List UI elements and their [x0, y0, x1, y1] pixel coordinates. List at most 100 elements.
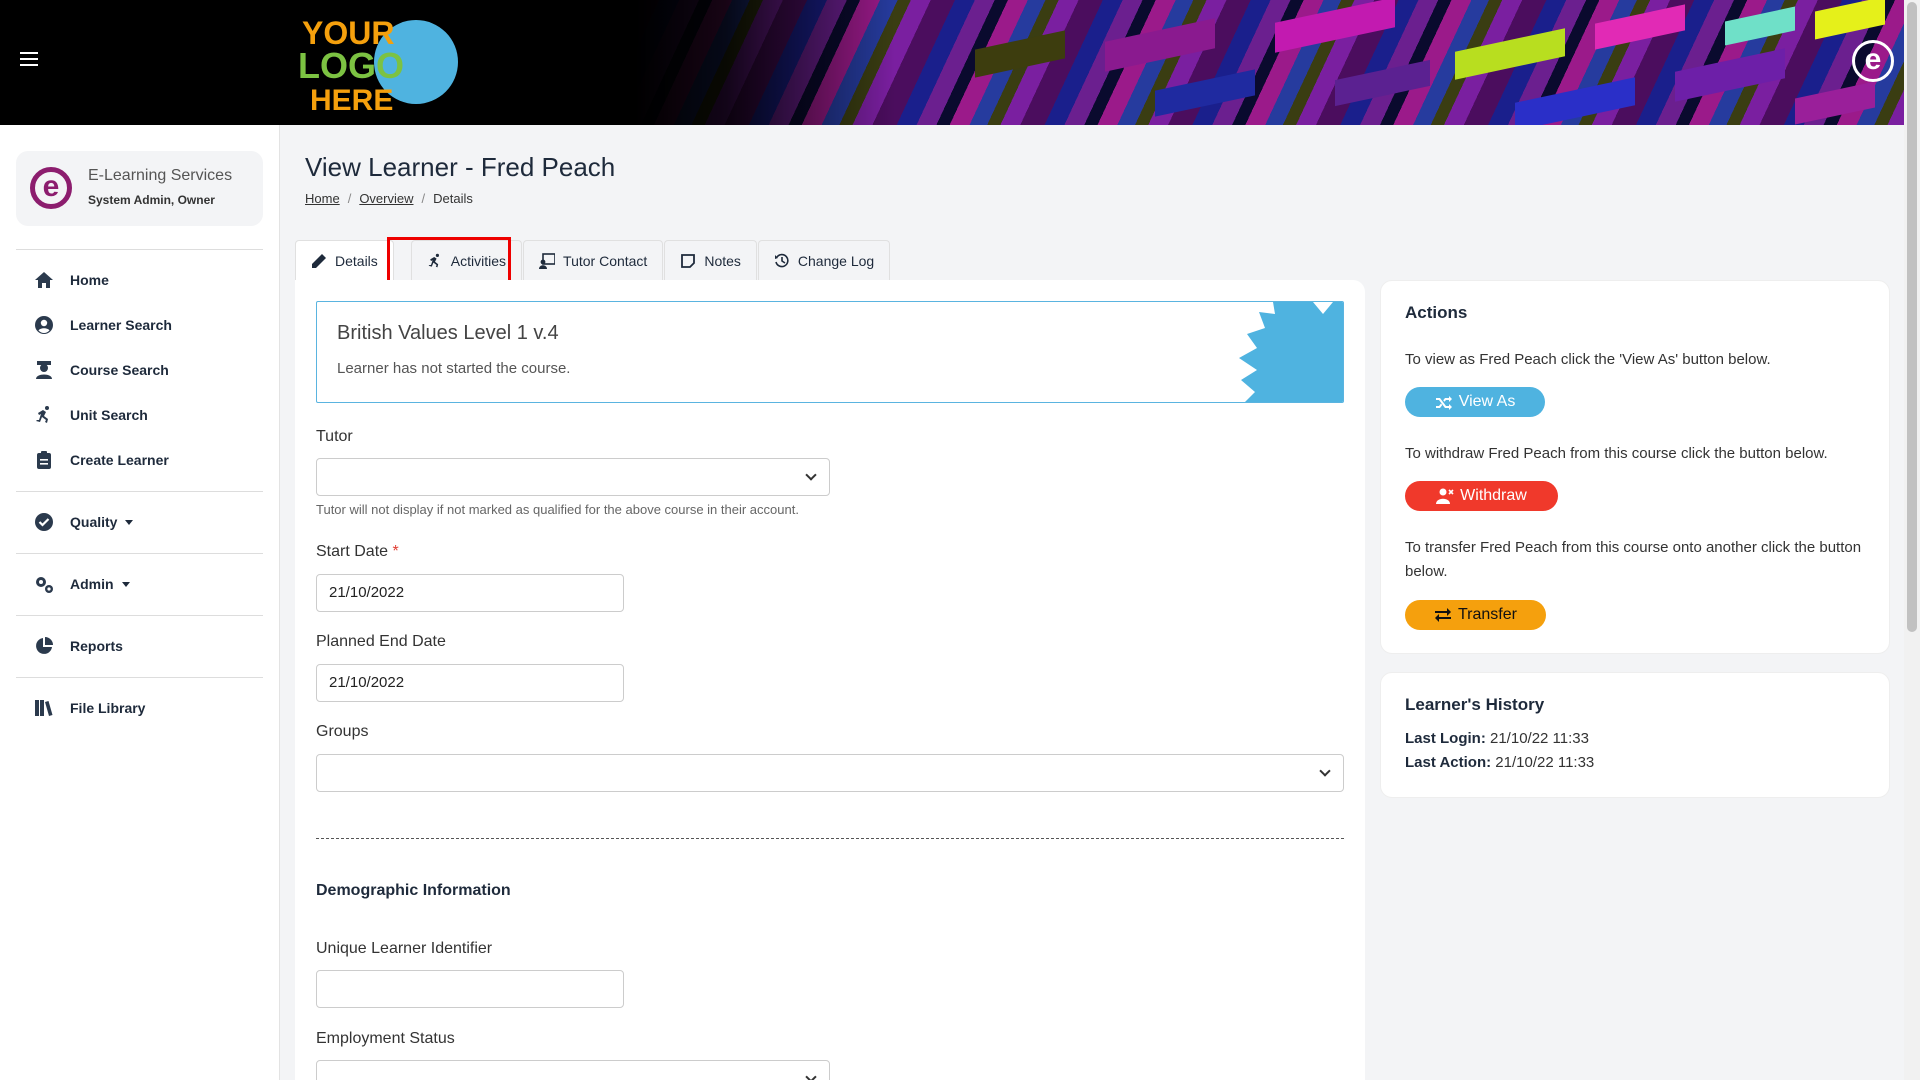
home-icon — [35, 272, 53, 288]
uli-field[interactable] — [316, 970, 624, 1008]
books-icon — [35, 700, 53, 716]
gears-icon — [36, 577, 53, 593]
divider — [16, 677, 263, 678]
sidebar-item-label: Quality — [70, 514, 118, 530]
groups-label: Groups — [316, 723, 369, 740]
breadcrumb-current: Details — [433, 191, 473, 206]
uli-label: Unique Learner Identifier — [316, 940, 493, 957]
chevron-down-icon — [805, 469, 817, 481]
start-date-field[interactable]: 21/10/2022 — [316, 574, 624, 612]
history-icon — [774, 253, 789, 267]
scrollbar-thumb[interactable] — [1907, 2, 1917, 632]
planned-end-date-field[interactable]: 21/10/2022 — [316, 664, 624, 702]
tutor-help-text: Tutor will not display if not marked as … — [316, 502, 799, 517]
tab-bar: Details Activities Tutor Contact Notes C… — [295, 240, 891, 280]
details-panel: British Values Level 1 v.4 Learner has n… — [295, 280, 1365, 1080]
breadcrumb-home-link[interactable]: Home — [305, 191, 340, 206]
groups-select[interactable] — [316, 754, 1344, 792]
last-action: Last Action: 21/10/22 11:33 — [1405, 754, 1595, 771]
history-heading: Learner's History — [1405, 695, 1545, 714]
sidebar-item-quality[interactable]: Quality — [34, 510, 134, 534]
divider — [16, 553, 263, 554]
view-as-label: View As — [1458, 393, 1516, 410]
demographic-heading: Demographic Information — [316, 882, 511, 899]
employment-status-select[interactable] — [316, 1060, 830, 1080]
sidebar-item-unit-search[interactable]: Unit Search — [34, 403, 148, 427]
divider — [16, 615, 263, 616]
caret-down-icon — [125, 519, 134, 525]
sidebar-item-learner-search[interactable]: Learner Search — [34, 313, 172, 337]
chalkboard-icon — [539, 252, 556, 269]
tutor-label: Tutor — [316, 428, 353, 445]
view-as-text: To view as Fred Peach click the 'View As… — [1405, 351, 1771, 368]
divider — [16, 249, 263, 250]
header-banner-image — [635, 0, 1904, 125]
check-circle-icon — [35, 513, 53, 531]
actions-card: Actions To view as Fred Peach click the … — [1380, 280, 1890, 654]
sidebar-item-label: Admin — [70, 576, 114, 592]
sidebar-item-label: Course Search — [70, 362, 169, 378]
course-info-box: British Values Level 1 v.4 Learner has n… — [316, 301, 1344, 403]
sidebar-item-home[interactable]: Home — [34, 268, 109, 292]
divider — [16, 491, 263, 492]
exchange-icon — [1435, 608, 1451, 622]
sidebar: e E-Learning Services System Admin, Owne… — [0, 125, 280, 1080]
avatar: e — [30, 167, 72, 209]
sidebar-item-course-search[interactable]: Course Search — [34, 358, 169, 382]
tab-activities[interactable]: Activities — [410, 240, 523, 280]
planned-end-date-label: Planned End Date — [316, 633, 446, 650]
sidebar-item-file-library[interactable]: File Library — [34, 696, 145, 720]
org-name: E-Learning Services — [88, 167, 233, 184]
top-header: YOUR LOGO HERE e — [0, 0, 1904, 125]
sidebar-item-create-learner[interactable]: Create Learner — [34, 448, 169, 472]
chevron-down-icon — [805, 1071, 817, 1080]
svg-text:LOGO: LOGO — [298, 45, 404, 86]
transfer-label: Transfer — [1458, 606, 1517, 623]
running-icon — [428, 253, 439, 267]
sidebar-item-label: Learner Search — [70, 317, 172, 333]
sidebar-item-label: Reports — [70, 638, 123, 654]
section-divider — [316, 838, 1344, 839]
pie-chart-icon — [36, 637, 53, 654]
view-as-button[interactable]: View As — [1405, 387, 1545, 417]
tutor-select[interactable] — [316, 458, 830, 496]
tab-change-log[interactable]: Change Log — [757, 240, 891, 280]
sidebar-item-admin[interactable]: Admin — [34, 572, 130, 596]
user-role: System Admin, Owner — [88, 193, 215, 207]
tab-details[interactable]: Details — [295, 240, 394, 280]
sidebar-item-label: Create Learner — [70, 452, 169, 468]
page-title: View Learner - Fred Peach — [305, 152, 616, 182]
sidebar-item-label: Unit Search — [70, 407, 148, 423]
running-icon — [36, 406, 49, 423]
breadcrumb-overview-link[interactable]: Overview — [359, 191, 413, 206]
user-circle-icon — [35, 316, 53, 334]
brand-e-icon[interactable]: e — [1852, 40, 1894, 82]
rosette-badge-icon — [1239, 302, 1343, 402]
start-date-label: Start Date * — [316, 543, 399, 560]
graduate-icon — [36, 361, 52, 379]
shuffle-icon — [1435, 396, 1452, 410]
transfer-text: To transfer Fred Peach from this course … — [1405, 539, 1862, 580]
sidebar-item-reports[interactable]: Reports — [34, 634, 123, 658]
breadcrumb: Home / Overview / Details — [305, 191, 473, 206]
tab-label: Notes — [704, 252, 741, 269]
last-login: Last Login: 21/10/22 11:33 — [1405, 730, 1589, 747]
tab-label: Details — [335, 252, 378, 269]
course-title: British Values Level 1 v.4 — [337, 322, 559, 344]
company-logo: YOUR LOGO HERE — [298, 15, 458, 115]
required-marker: * — [392, 543, 399, 560]
hamburger-menu-icon[interactable] — [20, 52, 38, 66]
pencil-icon — [312, 253, 326, 268]
page-scrollbar[interactable] — [1904, 0, 1920, 1080]
withdraw-button[interactable]: Withdraw — [1405, 481, 1558, 511]
transfer-button[interactable]: Transfer — [1405, 600, 1546, 630]
employment-status-label: Employment Status — [316, 1030, 455, 1047]
tab-label: Activities — [450, 252, 507, 269]
tab-label: Tutor Contact — [563, 252, 648, 269]
course-status: Learner has not started the course. — [337, 360, 571, 377]
withdraw-text: To withdraw Fred Peach from this course … — [1405, 445, 1828, 462]
tab-notes[interactable]: Notes — [664, 240, 757, 280]
tab-tutor-contact[interactable]: Tutor Contact — [523, 240, 664, 280]
profile-card[interactable]: e E-Learning Services System Admin, Owne… — [16, 151, 263, 226]
note-icon — [681, 253, 696, 268]
